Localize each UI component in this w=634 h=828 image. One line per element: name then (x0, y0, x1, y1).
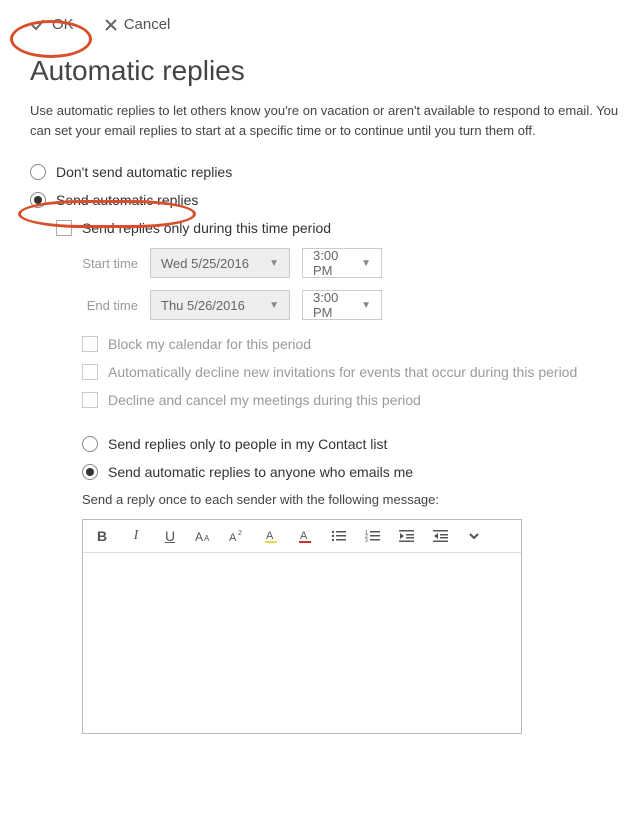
message-editor: B I U AA A2 A A 123 (82, 519, 522, 734)
ok-label: OK (52, 16, 74, 33)
end-time-dropdown[interactable]: 3:00 PM ▼ (302, 290, 382, 320)
checkbox-icon (82, 336, 98, 352)
start-time-label: Start time (82, 256, 138, 271)
checkbox-label: Block my calendar for this period (108, 336, 311, 352)
radio-anyone[interactable]: Send automatic replies to anyone who ema… (82, 464, 634, 480)
radio-icon (82, 464, 98, 480)
checkbox-icon (82, 364, 98, 380)
svg-text:A: A (204, 534, 210, 543)
radio-label: Send automatic replies (56, 192, 198, 208)
end-date-dropdown[interactable]: Thu 5/26/2016 ▼ (150, 290, 290, 320)
svg-text:A: A (229, 532, 237, 543)
dropdown-value: 3:00 PM (313, 248, 355, 278)
form-section: Don't send automatic replies Send automa… (30, 164, 634, 734)
checkmark-icon (30, 17, 46, 33)
checkbox-block-calendar[interactable]: Block my calendar for this period (82, 336, 634, 352)
svg-text:A: A (266, 530, 274, 542)
indent-button[interactable] (433, 529, 451, 543)
cancel-label: Cancel (124, 16, 171, 33)
font-color-button[interactable]: A (297, 528, 315, 544)
svg-text:2: 2 (238, 530, 242, 537)
editor-toolbar: B I U AA A2 A A 123 (83, 520, 521, 553)
radio-label: Send automatic replies to anyone who ema… (108, 464, 413, 480)
chevron-down-icon: ▼ (269, 258, 279, 269)
chevron-down-icon: ▼ (361, 300, 371, 311)
ok-button[interactable]: OK (30, 16, 74, 33)
radio-dont-send[interactable]: Don't send automatic replies (30, 164, 634, 180)
start-time-dropdown[interactable]: 3:00 PM ▼ (302, 248, 382, 278)
radio-label: Don't send automatic replies (56, 164, 232, 180)
reply-once-label: Send a reply once to each sender with th… (82, 492, 634, 507)
dialog-toolbar: OK Cancel (0, 0, 634, 45)
checkbox-label: Send replies only during this time perio… (82, 220, 331, 236)
superscript-button[interactable]: A2 (229, 529, 247, 543)
bullet-list-button[interactable] (331, 529, 349, 543)
end-time-label: End time (82, 298, 138, 313)
time-period-group: Start time Wed 5/25/2016 ▼ 3:00 PM ▼ End… (82, 248, 634, 320)
more-options-button[interactable] (467, 529, 485, 543)
checkbox-label: Decline and cancel my meetings during th… (108, 392, 421, 408)
bold-button[interactable]: B (93, 528, 111, 544)
start-date-dropdown[interactable]: Wed 5/25/2016 ▼ (150, 248, 290, 278)
highlight-color-button[interactable]: A (263, 528, 281, 544)
chevron-down-icon: ▼ (361, 258, 371, 269)
font-size-button[interactable]: AA (195, 529, 213, 543)
radio-icon (30, 192, 46, 208)
checkbox-label: Automatically decline new invitations fo… (108, 364, 577, 380)
dropdown-value: Wed 5/25/2016 (161, 256, 249, 271)
page-description: Use automatic replies to let others know… (30, 101, 634, 140)
numbered-list-button[interactable]: 123 (365, 529, 383, 543)
radio-send[interactable]: Send automatic replies (30, 192, 634, 208)
page-title: Automatic replies (30, 55, 634, 87)
radio-contacts-only[interactable]: Send replies only to people in my Contac… (82, 436, 634, 452)
svg-text:A: A (195, 530, 203, 543)
svg-text:3: 3 (365, 538, 368, 543)
radio-label: Send replies only to people in my Contac… (108, 436, 387, 452)
radio-icon (30, 164, 46, 180)
close-icon (104, 18, 118, 32)
underline-button[interactable]: U (161, 528, 179, 544)
outdent-button[interactable] (399, 529, 417, 543)
checkbox-only-period[interactable]: Send replies only during this time perio… (56, 220, 634, 236)
cancel-button[interactable]: Cancel (104, 16, 171, 33)
checkbox-decline-new[interactable]: Automatically decline new invitations fo… (82, 364, 634, 380)
checkbox-decline-cancel[interactable]: Decline and cancel my meetings during th… (82, 392, 634, 408)
checkbox-icon (82, 392, 98, 408)
checkbox-icon (56, 220, 72, 236)
dropdown-value: Thu 5/26/2016 (161, 298, 245, 313)
radio-icon (82, 436, 98, 452)
italic-button[interactable]: I (127, 528, 145, 544)
svg-text:A: A (300, 530, 308, 542)
dropdown-value: 3:00 PM (313, 290, 355, 320)
chevron-down-icon: ▼ (269, 300, 279, 311)
editor-textarea[interactable] (83, 553, 521, 733)
